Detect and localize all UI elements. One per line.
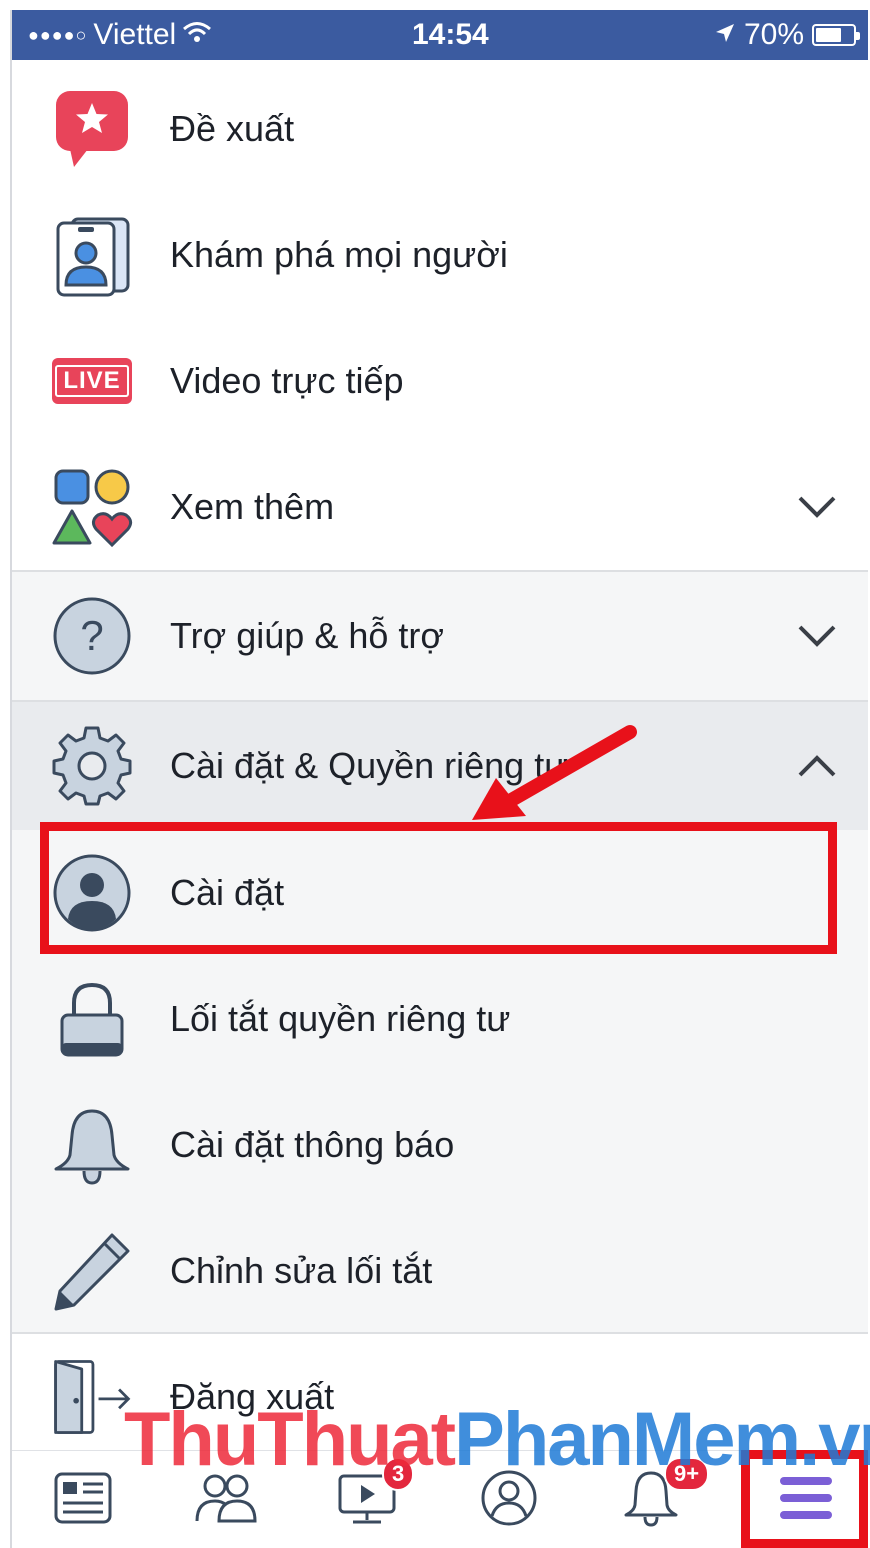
menu-item-label: Xem thêm [170,486,335,527]
carrier-name: Viettel [93,18,177,51]
wifi-icon [182,18,212,52]
watermark: ThuThuatPhanMem.vn [124,1396,870,1483]
logout-door-icon [50,1355,134,1439]
menu-item-label: Khám phá mọi người [170,234,508,275]
red-arrow-annotation [472,725,637,820]
svg-text:?: ? [80,612,103,659]
highlight-box-settings [40,822,837,954]
menu-item-label: Chỉnh sửa lối tắt [170,1250,433,1291]
battery-percent: 70% [743,18,804,51]
discover-people-icon [50,213,134,297]
signal-strength: ●●●●○ [28,24,88,45]
watermark-part1: ThuThuat [124,1397,456,1482]
menu-item-label: Trợ giúp & hỗ trợ [170,615,444,656]
lock-icon [50,977,134,1061]
menu-item-label: Lối tắt quyền riêng tư [170,998,511,1039]
menu-item-label: Cài đặt thông báo [170,1124,455,1165]
live-video-icon: LIVE [50,339,134,423]
status-right: 70% [714,18,860,52]
menu-item-see-more[interactable]: Xem thêm [12,444,868,570]
menu-item-label: Đề xuất [170,108,295,149]
bell-icon [50,1103,134,1187]
menu-item-edit-shortcuts[interactable]: Chỉnh sửa lối tắt [12,1208,868,1334]
status-bar: ●●●●○ Viettel 14:54 70% [12,10,868,60]
watermark-part2: PhanMem.vn [454,1397,870,1482]
location-arrow-icon [714,18,736,52]
chevron-down-icon[interactable] [794,484,840,530]
pencil-icon [50,1229,134,1313]
menu-item-help-support[interactable]: ? Trợ giúp & hỗ trợ [12,572,868,700]
recommendation-star-icon [50,87,134,171]
status-left: ●●●●○ Viettel [28,18,212,52]
battery-fill [816,28,841,42]
chevron-down-icon[interactable] [794,613,840,659]
clock: 14:54 [412,18,489,51]
live-icon-text: LIVE [55,365,129,397]
menu-item-label: Video trực tiếp [170,360,404,401]
chevron-up-icon[interactable] [794,743,840,789]
news-feed-icon [53,1471,113,1530]
menu-item-recommendations[interactable]: Đề xuất [12,66,868,192]
menu-item-notification-settings[interactable]: Cài đặt thông báo [12,1082,868,1208]
help-question-icon: ? [50,594,134,678]
gear-icon [50,724,134,808]
see-more-shapes-icon [50,465,134,549]
menu-item-live-video[interactable]: LIVE Video trực tiếp [12,318,868,444]
menu-item-discover-people[interactable]: Khám phá mọi người [12,192,868,318]
menu-item-settings-privacy[interactable]: Cài đặt & Quyền riêng tư [12,702,868,830]
battery-icon [812,24,860,46]
menu-item-privacy-shortcuts[interactable]: Lối tắt quyền riêng tư [12,956,868,1082]
facebook-menu-screen: ●●●●○ Viettel 14:54 70% Đề xuất Khám phá… [10,10,868,1548]
